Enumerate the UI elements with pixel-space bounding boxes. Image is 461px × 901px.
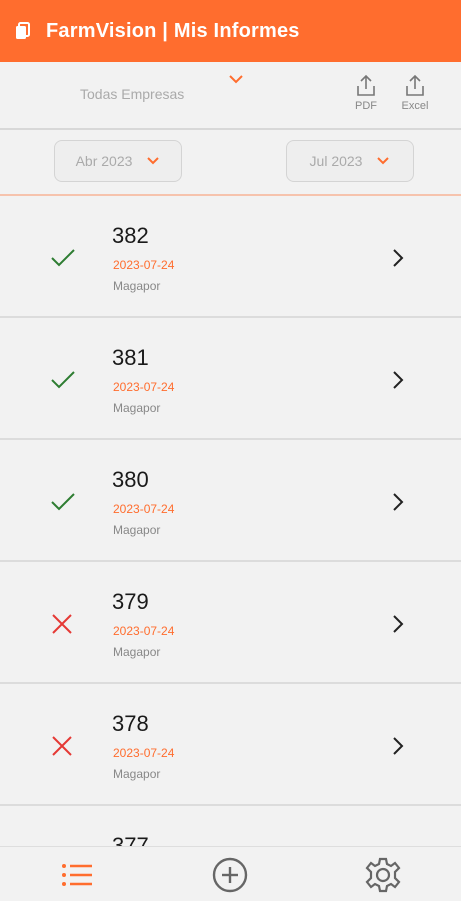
filter-bar: Todas Empresas PDF Excel [0, 62, 461, 130]
report-number: 381 [112, 345, 149, 370]
chevron-right-icon[interactable] [390, 612, 406, 636]
report-icon [12, 20, 34, 42]
report-number: 377 [112, 833, 149, 846]
company-select[interactable]: Todas Empresas [80, 86, 184, 102]
report-date: 2023-07-24 [113, 258, 175, 272]
check-icon [50, 368, 75, 392]
nav-add-button[interactable] [211, 856, 249, 894]
app-title: FarmVision | Mis Informes [46, 19, 300, 42]
report-company: Magapor [113, 645, 161, 659]
report-number: 379 [112, 589, 149, 614]
report-row[interactable]: 380 2023-07-24 Magapor [0, 440, 461, 562]
report-row[interactable]: 377 [0, 806, 461, 846]
chevron-right-icon[interactable] [390, 246, 406, 270]
date-range: Abr 2023 Jul 2023 [0, 130, 461, 196]
export-pdf-label: PDF [355, 100, 377, 112]
chevron-right-icon[interactable] [390, 734, 406, 758]
report-number: 382 [112, 223, 149, 248]
date-to-select[interactable]: Jul 2023 [286, 140, 414, 182]
close-icon [50, 734, 74, 758]
report-row[interactable]: 378 2023-07-24 Magapor [0, 684, 461, 806]
report-number: 380 [112, 467, 149, 492]
add-circle-icon [212, 857, 248, 893]
share-icon [406, 74, 424, 96]
chevron-right-icon[interactable] [390, 368, 406, 392]
report-company: Magapor [113, 523, 161, 537]
date-to-value: Jul 2023 [309, 153, 363, 169]
chevron-right-icon[interactable] [390, 490, 406, 514]
report-company: Magapor [113, 401, 161, 415]
gear-icon [365, 857, 401, 893]
export-pdf-button[interactable]: PDF [346, 74, 386, 112]
report-company: Magapor [113, 767, 161, 781]
app-bar: FarmVision | Mis Informes [0, 0, 461, 62]
chevron-down-icon [377, 157, 390, 165]
report-row[interactable]: 382 2023-07-24 Magapor [0, 196, 461, 318]
date-from-value: Abr 2023 [75, 153, 133, 169]
nav-settings-button[interactable] [364, 856, 402, 894]
chevron-down-icon[interactable] [228, 72, 244, 90]
report-date: 2023-07-24 [113, 380, 175, 394]
date-from-select[interactable]: Abr 2023 [54, 140, 182, 182]
export-excel-label: Excel [401, 100, 429, 112]
close-icon [50, 612, 74, 636]
chevron-down-icon [147, 157, 160, 165]
list-icon [62, 864, 92, 886]
report-company: Magapor [113, 279, 161, 293]
check-icon [50, 246, 75, 270]
report-row[interactable]: 381 2023-07-24 Magapor [0, 318, 461, 440]
bottom-nav [0, 846, 461, 901]
nav-list-button[interactable] [58, 856, 96, 894]
report-number: 378 [112, 711, 149, 736]
report-date: 2023-07-24 [113, 502, 175, 516]
report-list: 382 2023-07-24 Magapor 381 2023-07-24 Ma… [0, 196, 461, 846]
share-icon [357, 74, 375, 96]
check-icon [50, 490, 75, 514]
report-row[interactable]: 379 2023-07-24 Magapor [0, 562, 461, 684]
report-date: 2023-07-24 [113, 624, 175, 638]
report-date: 2023-07-24 [113, 746, 175, 760]
export-excel-button[interactable]: Excel [395, 74, 435, 112]
